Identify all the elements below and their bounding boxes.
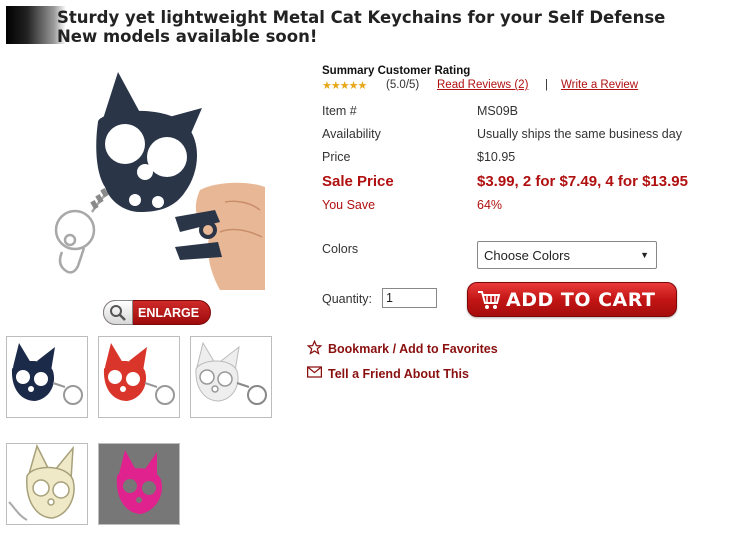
bookmark-label: Bookmark / Add to Favorites [328, 342, 498, 356]
availability-label: Availability [322, 127, 381, 141]
you-save-value: 64% [477, 198, 503, 212]
price-label: Price [322, 150, 351, 164]
magnifier-icon [103, 300, 133, 325]
thumbnail-white[interactable] [190, 336, 272, 418]
rating-title: Summary Customer Rating [322, 65, 471, 77]
read-reviews-link[interactable]: Read Reviews (2) [437, 79, 528, 91]
item-number-value: MS09B [477, 104, 518, 118]
add-to-cart-button[interactable]: ADD TO CART [467, 282, 677, 317]
thumbnail-red-image [103, 343, 175, 405]
rating-separator: | [545, 79, 548, 91]
sale-price-value: $3.99, 2 for $7.49, 4 for $13.95 [477, 173, 688, 190]
tell-friend-link[interactable]: Tell a Friend About This [307, 366, 469, 381]
thumbnail-ivory-image [8, 444, 75, 521]
thumbnail-pink-image [99, 444, 179, 524]
shopping-cart-icon [477, 290, 501, 315]
enlarge-button[interactable]: ENLARGE [103, 300, 211, 325]
rating-stars-icon: ★★★★★ [322, 80, 367, 92]
sale-price-label: Sale Price [322, 173, 394, 190]
add-to-cart-label: ADD TO CART [506, 288, 656, 311]
envelope-icon [307, 366, 322, 381]
thumbnail-pink[interactable] [98, 443, 180, 525]
page-title-line1: Sturdy yet lightweight Metal Cat Keychai… [57, 8, 666, 27]
page-title-line2: New models available soon! [57, 27, 318, 46]
thumbnail-navy-image [11, 343, 83, 405]
bookmark-link[interactable]: Bookmark / Add to Favorites [306, 339, 498, 358]
availability-value: Usually ships the same business day [477, 127, 682, 141]
dropdown-arrow-icon: ▼ [640, 250, 649, 260]
you-save-label: You Save [322, 198, 376, 212]
thumbnail-red[interactable] [98, 336, 180, 418]
colors-select-value: Choose Colors [484, 248, 570, 263]
colors-label: Colors [322, 242, 359, 256]
colors-select[interactable]: Choose Colors ▼ [477, 241, 657, 269]
write-review-link[interactable]: Write a Review [561, 79, 638, 91]
rating-score: (5.0/5) [386, 79, 420, 91]
thumbnail-white-image [195, 341, 267, 405]
quantity-label: Quantity: [322, 292, 373, 306]
star-outline-icon [306, 339, 323, 358]
item-number-label: Item # [322, 104, 357, 118]
quantity-input[interactable] [382, 288, 437, 308]
tell-friend-label: Tell a Friend About This [328, 366, 469, 381]
thumbnail-navy[interactable] [6, 336, 88, 418]
main-product-image[interactable] [40, 62, 265, 290]
thumbnail-ivory[interactable] [6, 443, 88, 525]
page-title: Sturdy yet lightweight Metal Cat Keychai… [57, 8, 665, 46]
enlarge-label: ENLARGE [138, 305, 200, 320]
price-value: $10.95 [477, 150, 516, 164]
